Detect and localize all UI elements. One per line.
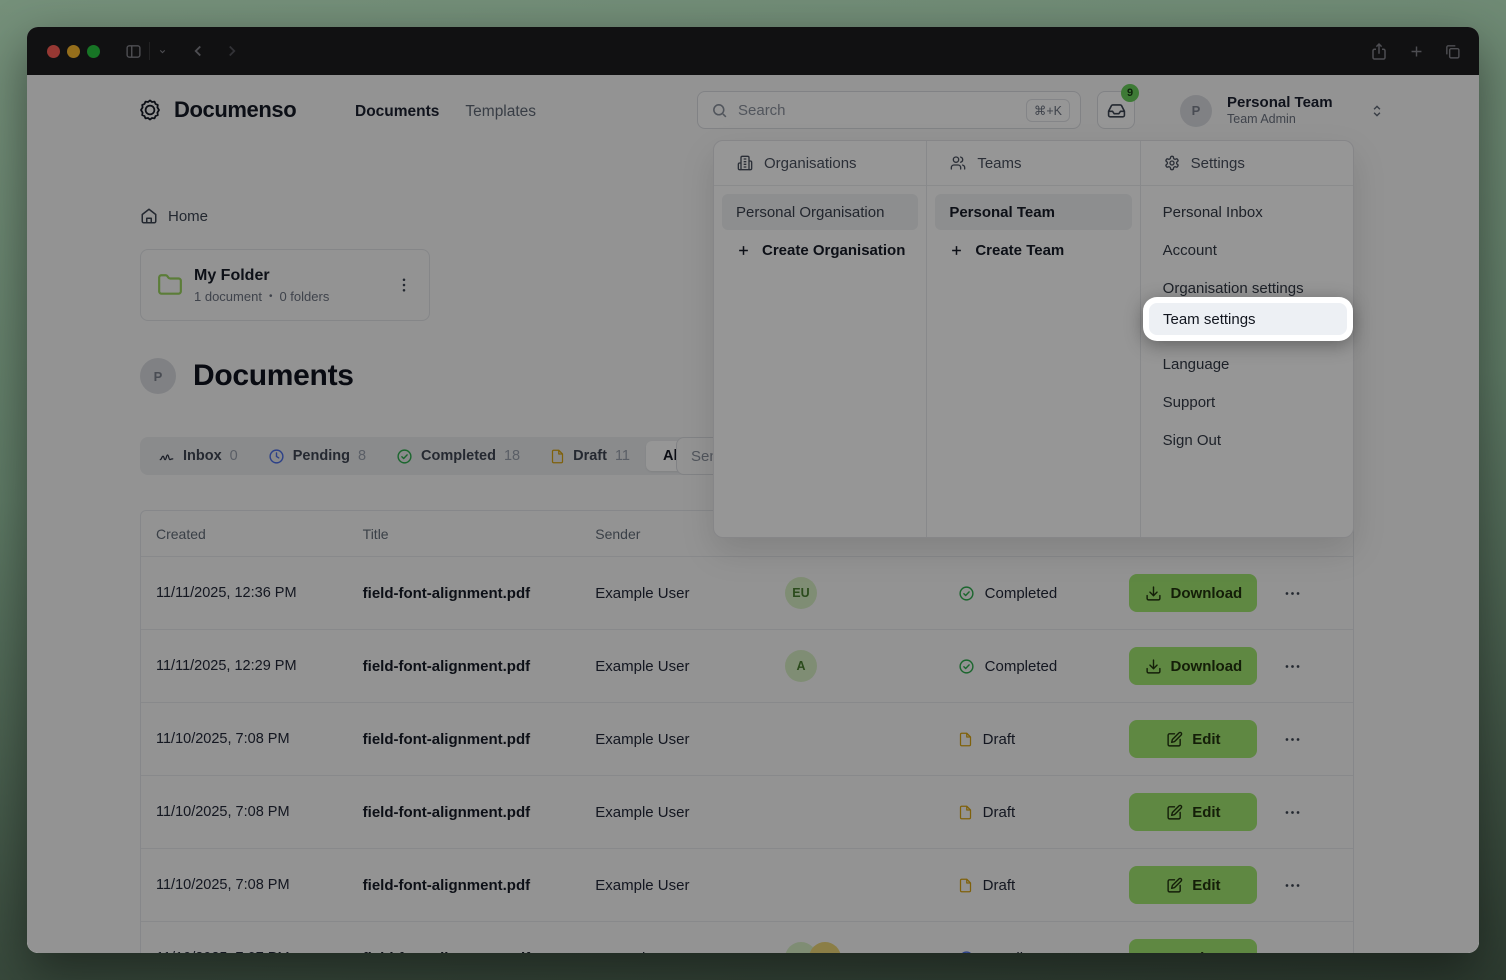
team-settings-spotlight: Team settings [1143,297,1353,341]
browser-window: Documenso Documents Templates ⌘+K 9 P Pe… [27,27,1479,953]
tour-dim-overlay [27,27,1479,953]
menu-item-team-settings[interactable]: Team settings [1149,303,1347,335]
